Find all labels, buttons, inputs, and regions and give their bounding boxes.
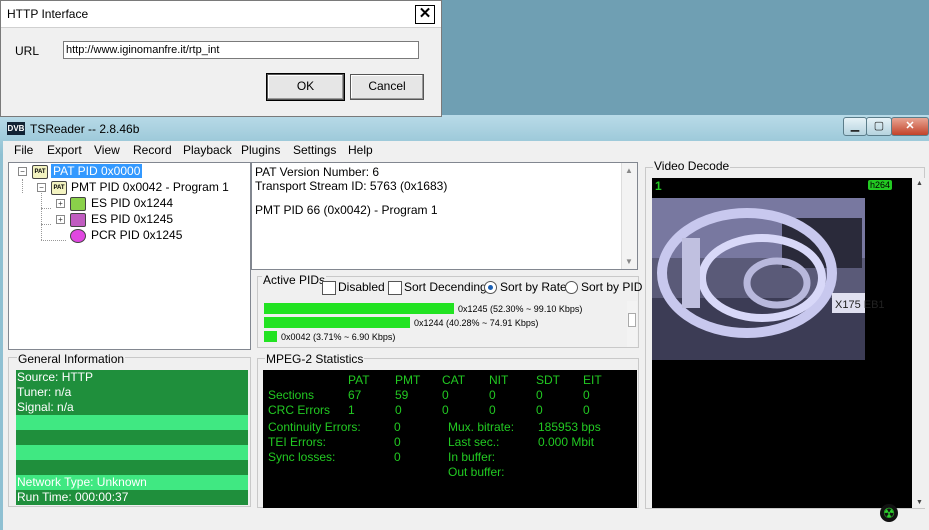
tree-item-es-1245[interactable]: ES PID 0x1245 xyxy=(91,212,173,226)
stat-value: 0 xyxy=(442,388,449,402)
expand-icon[interactable]: + xyxy=(56,199,65,208)
active-pids-title: Active PIDs xyxy=(262,273,327,287)
cancel-button[interactable]: Cancel xyxy=(350,74,424,100)
stat-header: SDT xyxy=(536,373,560,387)
content-area: − PAT PAT PID 0x0000 − PAT PMT PID 0x004… xyxy=(0,115,929,530)
info-line: Transport Stream ID: 5763 (0x1683) xyxy=(255,179,448,193)
tei-errors-value: 0 xyxy=(394,435,401,449)
video-stream-icon xyxy=(70,197,86,211)
continuity-errors-label: Continuity Errors: xyxy=(268,420,361,434)
sort-by-rate-label: Sort by Rate xyxy=(500,280,567,294)
expand-icon[interactable]: + xyxy=(56,215,65,224)
in-buffer-label: In buffer: xyxy=(448,450,496,464)
disabled-checkbox[interactable] xyxy=(322,281,336,295)
tei-errors-label: TEI Errors: xyxy=(268,435,327,449)
sort-by-pid-label: Sort by PID xyxy=(581,280,643,294)
sections-label: Sections xyxy=(268,388,315,402)
pid-rate-label: 0x1245 (52.30% ~ 99.10 Kbps) xyxy=(458,304,583,314)
mux-bitrate-value: 185953 bps xyxy=(538,420,601,434)
sync-losses-value: 0 xyxy=(394,450,401,464)
collapse-icon[interactable]: − xyxy=(37,183,46,192)
pid-rate-label: 0x0042 (3.71% ~ 6.90 Kbps) xyxy=(281,332,396,342)
pat-icon: PAT xyxy=(32,165,48,179)
tuner-row: Tuner: n/a xyxy=(16,385,248,400)
general-info-title: General Information xyxy=(17,352,126,366)
sync-losses-label: Sync losses: xyxy=(268,450,336,464)
stat-header: EIT xyxy=(583,373,602,387)
pid-rate-bar xyxy=(264,303,454,314)
stat-value: 0 xyxy=(489,388,496,402)
dialog-close-icon[interactable]: ✕ xyxy=(415,5,435,24)
stat-header: CAT xyxy=(442,373,466,387)
mpeg2-stats-panel: PAT PMT CAT NIT SDT EIT Sections 67 59 0… xyxy=(263,370,637,508)
stat-value: 0 xyxy=(489,403,496,417)
sort-by-rate-radio[interactable] xyxy=(484,281,497,294)
sort-descending-label: Sort Decending xyxy=(404,280,487,294)
stat-value: 0 xyxy=(395,403,402,417)
ok-button[interactable]: OK xyxy=(266,73,345,101)
info-row-empty xyxy=(16,430,248,445)
crc-errors-label: CRC Errors xyxy=(268,403,330,417)
stat-header: PAT xyxy=(348,373,370,387)
stat-value: 67 xyxy=(348,388,362,402)
pid-rate-bar xyxy=(264,331,277,342)
stat-value: 0 xyxy=(583,403,590,417)
signal-row: Signal: n/a xyxy=(16,400,248,415)
video-sign-text: X175 EB1 xyxy=(835,299,885,311)
network-type-row: Network Type: Unknown xyxy=(16,475,248,490)
video-frame-image: X175 EB1 xyxy=(652,178,912,508)
info-row-empty xyxy=(16,460,248,475)
audio-stream-icon xyxy=(70,213,86,227)
sort-by-pid-radio[interactable] xyxy=(565,281,578,294)
codec-badge: h264 xyxy=(868,180,893,190)
tree-item-pcr[interactable]: PCR PID 0x1245 xyxy=(91,228,182,242)
stat-value: 0 xyxy=(583,388,590,402)
collapse-icon[interactable]: − xyxy=(18,167,27,176)
dialog-title: HTTP Interface xyxy=(7,7,89,21)
radiation-icon: ☢ xyxy=(880,504,898,522)
stat-value: 59 xyxy=(395,388,409,402)
run-time-row: Run Time: 000:00:37 xyxy=(16,490,248,505)
last-sec-label: Last sec.: xyxy=(448,435,500,449)
info-row-empty xyxy=(16,445,248,460)
info-line: PAT Version Number: 6 xyxy=(255,165,380,179)
url-label: URL xyxy=(15,44,40,58)
pcr-icon xyxy=(70,229,86,243)
dialog-titlebar[interactable]: HTTP Interface xyxy=(1,1,441,28)
stat-value: 1 xyxy=(348,403,355,417)
video-decode-title: Video Decode xyxy=(653,159,731,173)
video-decode-panel: X175 EB1 1 h264 xyxy=(652,178,912,508)
mux-bitrate-label: Mux. bitrate: xyxy=(448,420,515,434)
source-row: Source: HTTP xyxy=(16,370,248,385)
stat-header: PMT xyxy=(395,373,421,387)
disabled-label: Disabled xyxy=(338,280,385,294)
pid-tree-view[interactable]: − PAT PAT PID 0x0000 − PAT PMT PID 0x004… xyxy=(8,162,251,350)
pid-rate-bar xyxy=(264,317,410,328)
sort-descending-checkbox[interactable] xyxy=(388,281,402,295)
video-channel-number: 1 xyxy=(655,179,662,193)
stat-value: 0 xyxy=(442,403,449,417)
tree-item-es-1244[interactable]: ES PID 0x1244 xyxy=(91,196,173,210)
info-scrollbar[interactable]: ▲ ▼ xyxy=(621,163,637,269)
pid-info-text[interactable]: PAT Version Number: 6 Transport Stream I… xyxy=(251,162,638,270)
url-input[interactable] xyxy=(63,41,419,59)
tree-item-pmt[interactable]: PMT PID 0x0042 - Program 1 xyxy=(71,180,229,194)
info-row-empty xyxy=(16,415,248,430)
pids-scrollbar[interactable] xyxy=(627,301,637,347)
out-buffer-label: Out buffer: xyxy=(448,465,505,479)
stat-value: 0 xyxy=(536,388,543,402)
continuity-errors-value: 0 xyxy=(394,420,401,434)
pid-rate-label: 0x1244 (40.28% ~ 74.91 Kbps) xyxy=(414,318,539,328)
mpeg2-stats-title: MPEG-2 Statistics xyxy=(265,352,365,366)
stat-header: NIT xyxy=(489,373,509,387)
info-line: PMT PID 66 (0x0042) - Program 1 xyxy=(255,203,438,217)
http-interface-dialog: HTTP Interface ✕ URL OK Cancel xyxy=(0,0,442,117)
tree-item-pat[interactable]: PAT PID 0x0000 xyxy=(51,164,143,178)
last-sec-value: 0.000 Mbit xyxy=(538,435,595,449)
stat-value: 0 xyxy=(536,403,543,417)
pmt-icon: PAT xyxy=(51,181,67,195)
video-scrollbar[interactable]: ▲ ▼ xyxy=(915,178,925,508)
